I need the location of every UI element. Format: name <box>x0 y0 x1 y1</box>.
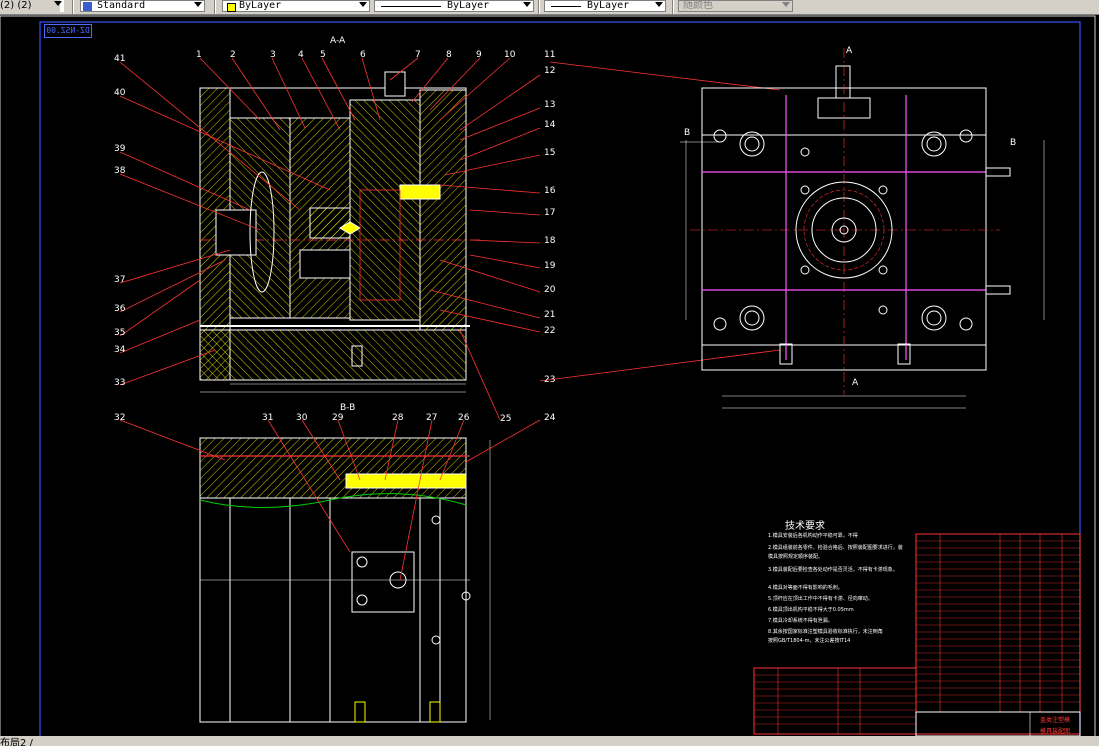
view-b-label-right: B <box>1010 138 1017 148</box>
part-number: 4 <box>298 50 304 60</box>
tech-requirement-line: 6.模具顶出机构平稳不得大于0.05mm <box>768 607 854 613</box>
toolbar-separator <box>214 0 216 14</box>
part-number: 41 <box>114 54 126 64</box>
layout-tab[interactable]: 布局2 / <box>0 734 33 746</box>
part-number: 17 <box>544 208 556 218</box>
tech-requirement-line: 8.其余按国家标准注塑模具验收标准执行，未注倒角 <box>768 629 883 635</box>
toolbar-separator <box>538 0 540 14</box>
toolbar-separator <box>672 0 674 14</box>
title-block-subtitle: 模具装配图 <box>1040 728 1071 735</box>
part-number: 39 <box>114 144 126 154</box>
part-number: 13 <box>544 100 556 110</box>
title-block-name: 盖类注塑模 <box>1040 717 1071 724</box>
linetype-value: ByLayer <box>447 0 490 11</box>
section-aa-view <box>199 71 480 393</box>
part-number: 3 <box>270 50 276 60</box>
part-number: 18 <box>544 236 556 246</box>
part-number: 20 <box>544 285 556 295</box>
lineweight-preview-icon <box>551 6 581 7</box>
part-number: 27 <box>426 413 438 423</box>
part-number: 24 <box>544 413 556 423</box>
part-number: 8 <box>446 50 452 60</box>
plot-style-combo: 随颜色 <box>678 0 793 12</box>
section-bb-view <box>199 437 491 723</box>
part-number: 29 <box>332 413 344 423</box>
part-number: 36 <box>114 304 126 314</box>
tech-requirement-line: 2.模具组装前各零件、检验合格后、按照装配图要求进行，装 <box>768 545 903 551</box>
drawing-number-stamp: DZ-NSZ.00 <box>44 24 92 38</box>
section-aa-label: A-A <box>330 36 346 46</box>
layer-value: ByLayer <box>239 0 282 11</box>
toolbar-separator <box>72 0 74 14</box>
chevron-down-icon <box>359 2 367 7</box>
part-number: 1 <box>196 50 202 60</box>
part-number: 15 <box>544 148 556 158</box>
toolbar-dropdown-arrow[interactable] <box>54 0 64 12</box>
part-number: 12 <box>544 66 556 76</box>
part-number: 28 <box>392 413 404 423</box>
part-number: 16 <box>544 186 556 196</box>
text-style-value: Standard <box>97 0 146 11</box>
part-number: 9 <box>476 50 482 60</box>
part-number: 35 <box>114 328 126 338</box>
plot-style-value: 随颜色 <box>683 0 713 11</box>
part-number: 25 <box>500 414 512 424</box>
part-number: 32 <box>114 413 126 423</box>
text-style-icon <box>83 2 92 11</box>
part-number: 22 <box>544 326 556 336</box>
lineweight-combo[interactable]: ByLayer <box>544 0 666 12</box>
view-b-label-left: B <box>684 128 691 138</box>
layout-tab-bar: 布局2 / <box>0 736 1099 746</box>
part-number: 21 <box>544 310 556 320</box>
linetype-preview-icon <box>381 6 441 7</box>
tech-requirement-line: 7.模具冷却系统不得有泄漏。 <box>768 618 833 624</box>
linetype-combo[interactable]: ByLayer <box>374 0 534 12</box>
tech-requirement-line: 模具按照规定顺序装配。 <box>768 554 824 560</box>
part-number: 37 <box>114 275 126 285</box>
part-number: 23 <box>544 375 556 385</box>
chevron-down-icon <box>523 2 531 7</box>
tech-requirement-line: 5.顶杆应在顶出工作中不得有卡滞、径向窜动。 <box>768 596 873 602</box>
drawing-border <box>39 21 1081 736</box>
part-number: 6 <box>360 50 366 60</box>
part-number: 26 <box>458 413 470 423</box>
part-number: 10 <box>504 50 516 60</box>
section-bb-label: B-B <box>340 403 356 413</box>
plan-view <box>680 48 1045 409</box>
tech-requirement-line: 按照GB/T1804-m，未注公差按IT14 <box>768 638 851 644</box>
part-number: 2 <box>230 50 236 60</box>
properties-toolbar: (2) (2) Standard ByLayer ByLayer ByLayer… <box>0 0 1099 15</box>
tech-requirement-line: 1.模具安装后各机构动作平稳可靠，不得 <box>768 533 858 539</box>
part-number: 14 <box>544 120 556 130</box>
part-number: 40 <box>114 88 126 98</box>
layer-combo[interactable]: ByLayer <box>222 0 370 12</box>
color-swatch-icon <box>227 3 236 12</box>
tech-requirement-line: 3.模具装配后要检查各处动作是否灵活，不得有卡滞现象。 <box>768 567 898 573</box>
lineweight-value: ByLayer <box>587 0 630 11</box>
part-number: 34 <box>114 345 126 355</box>
part-number: 19 <box>544 261 556 271</box>
part-number: 5 <box>320 50 326 60</box>
chevron-down-icon <box>194 2 202 7</box>
chevron-down-icon <box>655 2 663 7</box>
tech-requirement-line: 4.模具对等面不得有影响的毛刺。 <box>768 585 843 591</box>
technical-requirements-title: 技术要求 <box>785 521 825 532</box>
toolbar-left-text: (2) (2) <box>0 0 32 11</box>
chevron-down-icon <box>782 2 790 7</box>
text-style-combo[interactable]: Standard <box>80 0 205 12</box>
bill-of-materials-table <box>753 533 1081 736</box>
part-number: 33 <box>114 378 126 388</box>
part-number: 30 <box>296 413 308 423</box>
part-number: 7 <box>415 50 421 60</box>
view-a-label-top: A <box>846 46 853 56</box>
part-number: 11 <box>544 50 556 60</box>
view-a-label-bottom: A <box>852 378 859 388</box>
part-number: 38 <box>114 166 126 176</box>
part-number: 31 <box>262 413 274 423</box>
